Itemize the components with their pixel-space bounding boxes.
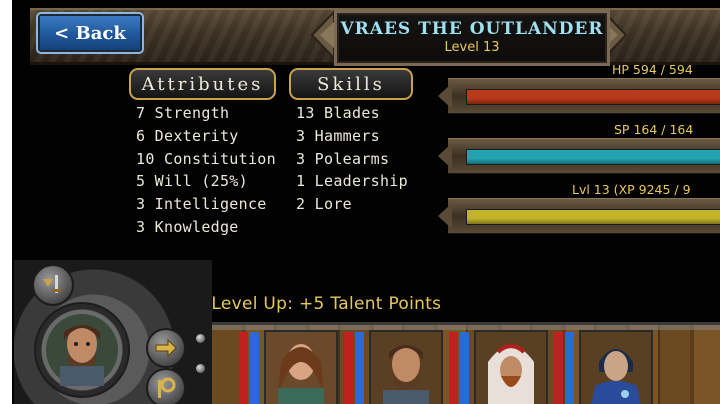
character-level: Level 13	[444, 40, 500, 55]
attribute-strength: 7 Strength	[136, 104, 230, 122]
skill-hammers: 3 Hammers	[296, 127, 380, 145]
skill-polearms: 3 Polearms	[296, 150, 390, 168]
hero-portrait-button[interactable]	[34, 302, 130, 398]
back-button-label: < Back	[54, 22, 126, 44]
weapon-toggle-button[interactable]	[32, 264, 74, 306]
party-1-hp-bar	[239, 332, 248, 404]
attribute-will: 5 Will (25%)	[136, 172, 248, 190]
xp-label: Lvl 13 (XP 9245 / 9	[572, 182, 691, 197]
party-2-hp-bar	[344, 332, 353, 404]
party-3-hp-bar	[449, 332, 458, 404]
inventory-button[interactable]	[146, 368, 186, 404]
party-4-hp-bar	[554, 332, 563, 404]
rivet	[196, 364, 205, 373]
character-screen: < Back VRAES THE OUTLANDER Level 13 Attr…	[0, 0, 720, 404]
party-member-1-icon	[266, 332, 336, 404]
character-title-plate: VRAES THE OUTLANDER Level 13	[334, 10, 610, 66]
xp-bar-fill	[466, 209, 720, 225]
party-member-3-icon	[476, 332, 546, 404]
rivet	[196, 334, 205, 343]
sp-label: SP 164 / 164	[614, 122, 694, 137]
weapon-toggle-icon	[43, 275, 61, 293]
party-4-sp-bar	[565, 332, 574, 404]
attribute-intelligence: 3 Intelligence	[136, 195, 267, 213]
hp-bar	[438, 78, 720, 114]
inventory-icon	[158, 377, 176, 398]
attribute-knowledge: 3 Knowledge	[136, 218, 239, 236]
attribute-dexterity: 6 Dexterity	[136, 127, 239, 145]
skill-blades: 13 Blades	[296, 104, 380, 122]
title-wing-left-icon	[310, 10, 334, 60]
party-3-sp-bar	[460, 332, 469, 404]
xp-bar	[438, 198, 720, 234]
character-name: VRAES THE OUTLANDER	[340, 19, 604, 39]
sp-bar-tip	[438, 143, 452, 169]
attributes-header-label: Attributes	[141, 73, 264, 95]
party-1-sp-bar	[250, 332, 259, 404]
hp-label: HP 594 / 594	[612, 62, 693, 77]
party-2-sp-bar	[355, 332, 364, 404]
swap-button[interactable]	[146, 328, 186, 368]
skills-header[interactable]: Skills	[289, 68, 413, 100]
hp-bar-fill	[466, 89, 720, 105]
sp-bar-fill	[466, 149, 720, 165]
party-member-portrait-1[interactable]	[264, 330, 338, 404]
arrow-swap-icon	[155, 338, 177, 358]
skills-header-label: Skills	[317, 73, 385, 95]
back-button[interactable]: < Back	[36, 12, 144, 54]
skill-leadership: 1 Leadership	[296, 172, 408, 190]
hero-portrait-icon	[46, 314, 118, 386]
party-member-2-icon	[371, 332, 441, 404]
left-edge	[0, 0, 12, 404]
hp-bar-tip	[438, 83, 452, 109]
party-member-portrait-2[interactable]	[369, 330, 443, 404]
sp-bar	[438, 138, 720, 174]
attributes-header[interactable]: Attributes	[129, 68, 276, 100]
party-member-portrait-3[interactable]	[474, 330, 548, 404]
party-member-4-icon	[581, 332, 651, 404]
skill-lore: 2 Lore	[296, 195, 352, 213]
xp-bar-tip	[438, 203, 452, 229]
attribute-constitution: 10 Constitution	[136, 150, 276, 168]
party-member-portrait-4[interactable]	[579, 330, 653, 404]
